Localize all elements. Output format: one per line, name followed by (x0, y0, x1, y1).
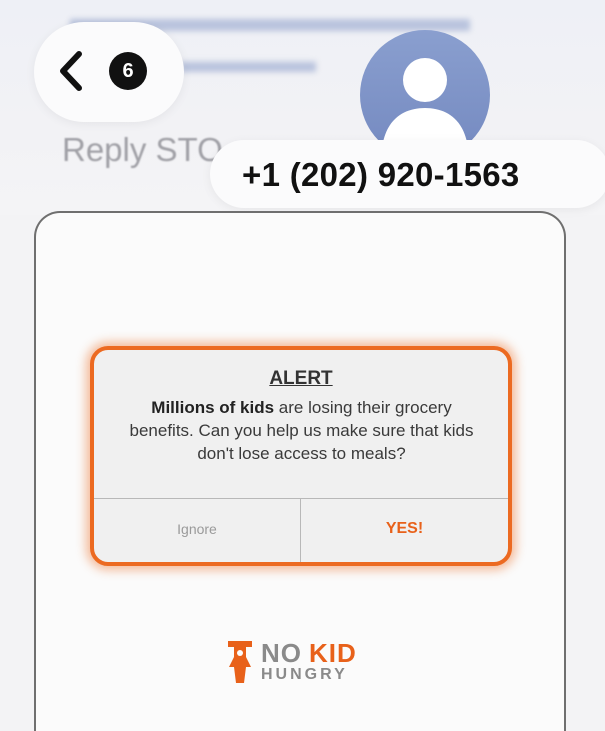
logo-word-no: NO (261, 638, 302, 668)
alert-body: Millions of kids are losing their grocer… (124, 396, 479, 465)
yes-button[interactable]: YES! (301, 499, 508, 562)
reply-preview-text: Reply STO (62, 131, 223, 168)
chevron-left-icon[interactable] (58, 50, 84, 92)
alert-body-bold: Millions of kids (151, 398, 275, 417)
unread-count-badge: 6 (109, 52, 147, 90)
no-kid-hungry-figure-icon (228, 641, 252, 683)
blurred-background-text: ▬▬▬▬ (180, 42, 316, 80)
no-kid-hungry-logo: NO KID HUNGRY (225, 635, 385, 695)
ignore-button[interactable]: Ignore (94, 499, 300, 562)
logo-word-hungry: HUNGRY (261, 666, 348, 683)
logo-word-kid: KID (309, 638, 357, 668)
alert-title: ALERT (269, 368, 333, 389)
contact-phone-number[interactable]: +1 (202) 920-1563 (242, 156, 520, 194)
alert-dialog: ALERT Millions of kids are losing their … (90, 346, 512, 566)
